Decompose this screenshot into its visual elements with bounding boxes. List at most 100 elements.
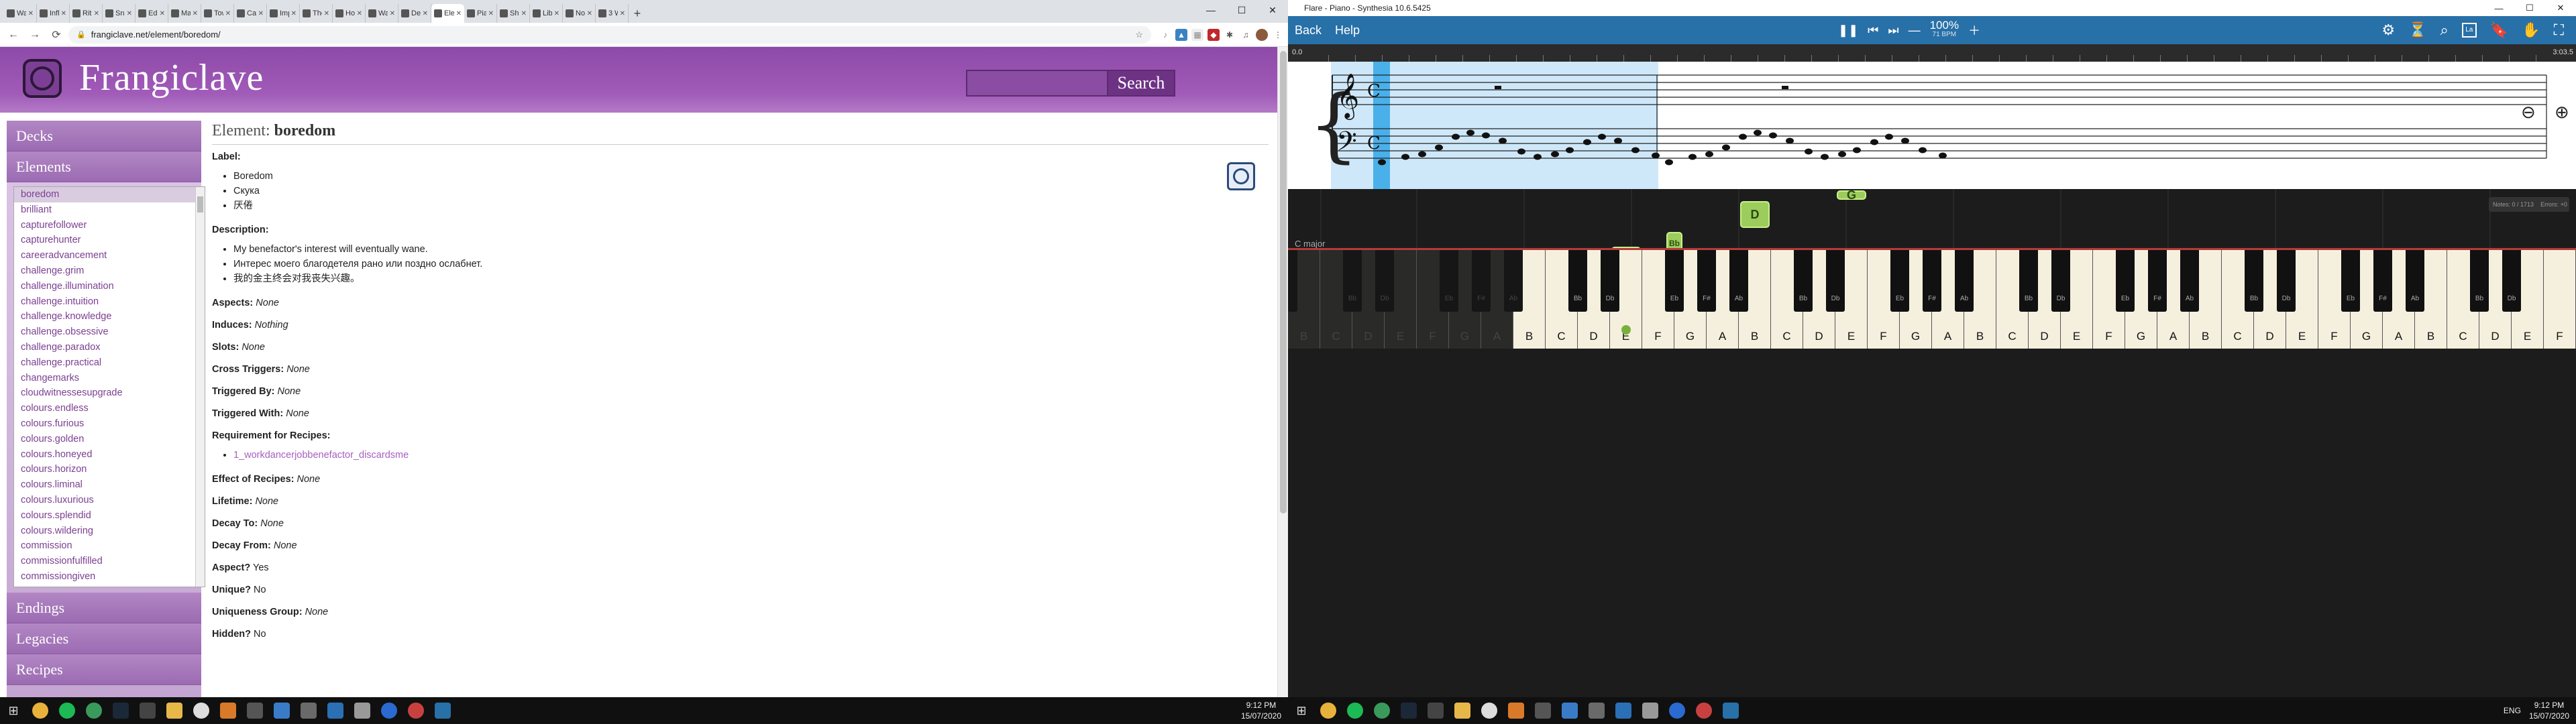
app-icon[interactable] xyxy=(376,697,402,724)
app-icon[interactable] xyxy=(241,697,268,724)
list-item[interactable]: challenge.grim xyxy=(14,263,205,279)
browser-tab[interactable]: Mac✕ xyxy=(168,4,201,23)
browser-tab[interactable]: Tow✕ xyxy=(201,4,234,23)
star-icon[interactable]: ☆ xyxy=(1135,29,1143,40)
app-icon[interactable] xyxy=(295,697,322,724)
browser-tab[interactable]: Infl ✕ xyxy=(37,4,70,23)
list-item[interactable]: commissiongiven xyxy=(14,569,205,585)
black-key[interactable]: Db xyxy=(2277,250,2296,312)
list-item[interactable]: commission xyxy=(14,538,205,554)
app-icon[interactable] xyxy=(1529,697,1556,724)
windows-start-icon[interactable]: ⊞ xyxy=(0,697,27,724)
white-key[interactable]: F xyxy=(2544,250,2576,349)
black-key[interactable]: Bb xyxy=(2019,250,2038,312)
metronome-icon[interactable]: ⏳ xyxy=(2408,21,2426,39)
black-key[interactable]: Eb xyxy=(2341,250,2360,312)
help-button[interactable]: Help xyxy=(1328,20,1366,40)
tab-close-icon[interactable]: ✕ xyxy=(357,10,362,17)
list-item[interactable]: brilliant xyxy=(14,202,205,218)
recipe-link[interactable]: 1_workdancerjobbenefactor_discardsme xyxy=(233,450,409,461)
browser-tab[interactable]: Ritu✕ xyxy=(70,4,103,23)
tab-close-icon[interactable]: ✕ xyxy=(456,10,462,17)
steam-icon[interactable] xyxy=(1395,697,1422,724)
tab-close-icon[interactable]: ✕ xyxy=(620,10,625,17)
app-icon[interactable] xyxy=(402,697,429,724)
list-item[interactable]: capturehunter xyxy=(14,233,205,248)
app-icon[interactable] xyxy=(188,697,215,724)
list-item[interactable]: capturefollower xyxy=(14,218,205,233)
app-icon[interactable] xyxy=(1690,697,1717,724)
tab-close-icon[interactable]: ✕ xyxy=(390,10,395,17)
app-icon[interactable] xyxy=(80,697,107,724)
list-item[interactable]: challenge.knowledge xyxy=(14,309,205,324)
browser-tab[interactable]: Way✕ xyxy=(366,4,398,23)
zoom-in-icon[interactable]: ⊕ xyxy=(2555,102,2569,123)
avatar[interactable] xyxy=(1256,28,1268,41)
list-item[interactable]: commissionfulfilled xyxy=(14,554,205,569)
tab-close-icon[interactable]: ✕ xyxy=(225,10,231,17)
skip-back-icon[interactable]: ⏮ xyxy=(1868,23,1878,38)
black-key[interactable]: Ab xyxy=(2406,250,2424,312)
extension-icon[interactable]: ▦ xyxy=(1191,28,1203,41)
browser-tab[interactable]: Imp✕ xyxy=(267,4,300,23)
element-list[interactable]: boredom brilliant capturefollower capturehu… xyxy=(13,186,205,587)
clock-icon[interactable] xyxy=(1227,162,1255,190)
browser-tab[interactable]: Lib ✕ xyxy=(530,4,563,23)
tab-close-icon[interactable]: ✕ xyxy=(127,10,132,17)
tab-close-icon[interactable]: ✕ xyxy=(488,10,494,17)
timeline[interactable]: 0.0 3:03.5 xyxy=(1288,44,2576,62)
browser-tab[interactable]: Sno✕ xyxy=(103,4,136,23)
app-icon[interactable] xyxy=(1422,697,1449,724)
tab-close-icon[interactable]: ✕ xyxy=(61,10,66,17)
spotify-icon[interactable] xyxy=(1342,697,1368,724)
browser-tab[interactable]: Ele ✕ xyxy=(431,4,464,23)
folder-icon[interactable] xyxy=(161,697,188,724)
app-icon[interactable] xyxy=(215,697,241,724)
search-input[interactable] xyxy=(967,71,1107,95)
black-key[interactable]: Ab xyxy=(1729,250,1748,312)
chrome-icon[interactable] xyxy=(27,697,54,724)
extensions-puzzle-icon[interactable]: ✱ xyxy=(1224,28,1236,41)
app-icon[interactable] xyxy=(268,697,295,724)
site-brand[interactable]: Frangiclave xyxy=(79,56,264,99)
tab-close-icon[interactable]: ✕ xyxy=(94,10,99,17)
list-item[interactable]: colours.splendid xyxy=(14,508,205,524)
taskbar-clock[interactable]: 9:12 PM 15/07/2020 xyxy=(1234,700,1288,721)
nav-recipes[interactable]: Recipes xyxy=(7,654,201,685)
browser-tab[interactable]: Nor✕ xyxy=(563,4,596,23)
address-bar[interactable]: 🔒 frangiclave.net/element/boredom/ ☆ xyxy=(68,25,1151,44)
tab-close-icon[interactable]: ✕ xyxy=(291,10,297,17)
new-tab-icon[interactable]: + xyxy=(629,4,646,23)
black-key[interactable]: Bb xyxy=(1794,250,1813,312)
minimize-icon[interactable]: — xyxy=(1195,0,1226,20)
list-item[interactable]: challenge.obsessive xyxy=(14,324,205,340)
list-item[interactable]: challenge.illumination xyxy=(14,279,205,294)
language-indicator[interactable]: ENG xyxy=(2504,705,2521,716)
list-scrollbar[interactable] xyxy=(195,187,205,587)
fullscreen-icon[interactable]: ⛶ xyxy=(2554,21,2564,39)
maximize-icon[interactable]: ☐ xyxy=(1226,0,1257,20)
tab-close-icon[interactable]: ✕ xyxy=(554,10,559,17)
list-item[interactable]: colours.honeyed xyxy=(14,447,205,463)
app-icon[interactable] xyxy=(322,697,349,724)
black-key[interactable]: F# xyxy=(2148,250,2167,312)
chrome-icon[interactable] xyxy=(1315,697,1342,724)
browser-tab[interactable]: Way✕ xyxy=(4,4,37,23)
spotify-icon[interactable] xyxy=(54,697,80,724)
reload-icon[interactable]: ⟳ xyxy=(47,25,66,44)
close-icon[interactable]: ✕ xyxy=(2545,0,2576,16)
browser-tab[interactable]: Sha✕ xyxy=(497,4,530,23)
black-key[interactable]: Db xyxy=(1826,250,1845,312)
speed-down-icon[interactable]: — xyxy=(1909,23,1921,38)
black-key[interactable]: Eb xyxy=(1665,250,1684,312)
browser-tab[interactable]: Pian✕ xyxy=(464,4,497,23)
tab-close-icon[interactable]: ✕ xyxy=(521,10,527,17)
list-item[interactable]: colours.liminal xyxy=(14,477,205,493)
black-key[interactable]: Bb xyxy=(2470,250,2489,312)
app-icon[interactable] xyxy=(1664,697,1690,724)
app-icon[interactable] xyxy=(1583,697,1610,724)
browser-tab[interactable]: Hou✕ xyxy=(333,4,366,23)
list-item[interactable]: colours.furious xyxy=(14,416,205,432)
tab-close-icon[interactable]: ✕ xyxy=(160,10,165,17)
tab-close-icon[interactable]: ✕ xyxy=(258,10,264,17)
